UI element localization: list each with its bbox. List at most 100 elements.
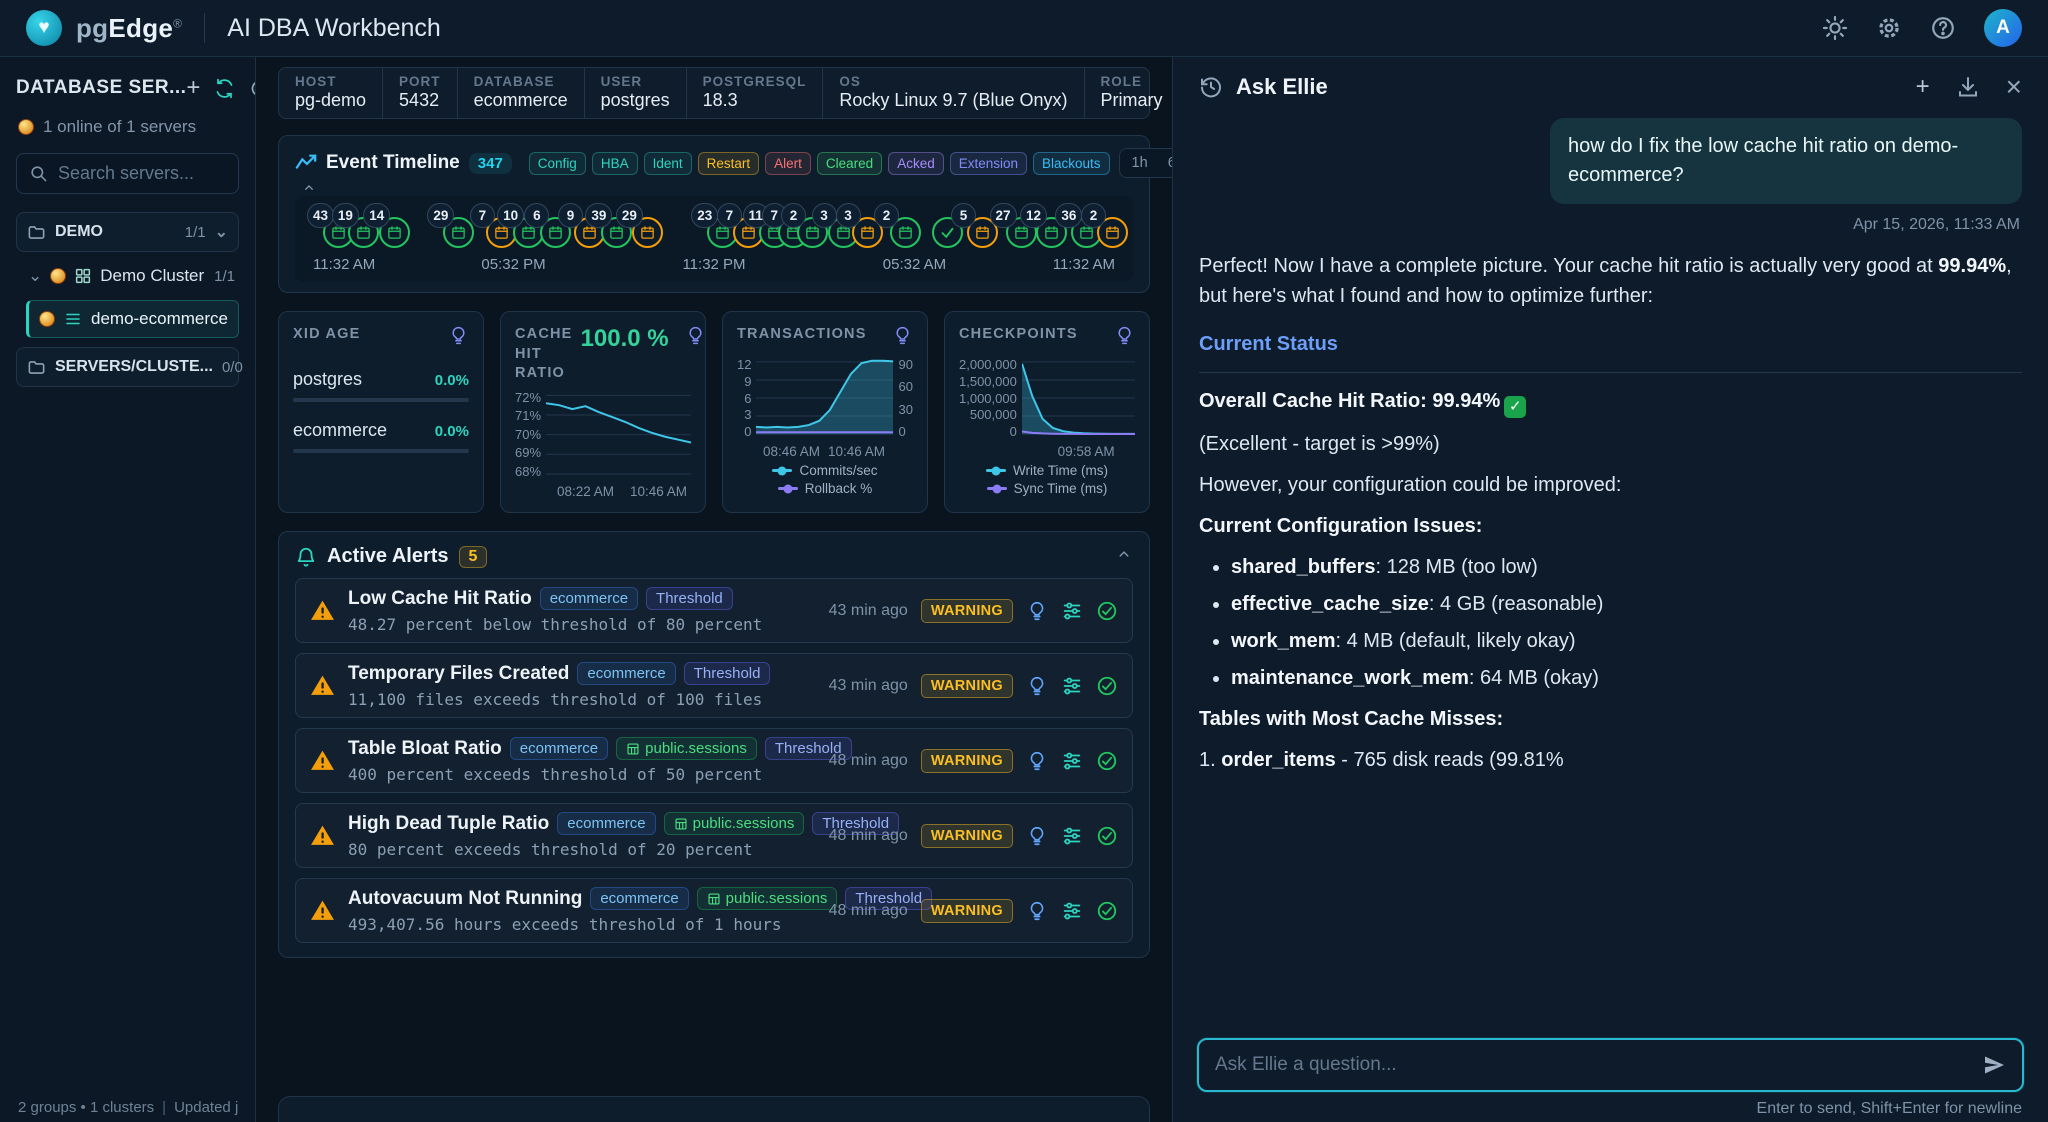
event-filter-chip-ident[interactable]: Ident bbox=[644, 152, 692, 175]
event-filter-chip-alert[interactable]: Alert bbox=[765, 152, 811, 175]
event-count: 5 bbox=[951, 203, 976, 228]
send-icon[interactable] bbox=[1982, 1053, 2006, 1077]
insight-lightbulb-icon[interactable] bbox=[1026, 600, 1048, 622]
sync-icon[interactable] bbox=[214, 78, 235, 99]
y-tick-label: 60 bbox=[899, 379, 913, 394]
sidebar-footer: 2 groups • 1 clusters|Updated just now bbox=[16, 1091, 239, 1116]
alert-tag-db: ecommerce bbox=[590, 887, 688, 910]
event-filter-chip-config[interactable]: Config bbox=[529, 152, 586, 175]
event-filter-chip-hba[interactable]: HBA bbox=[592, 152, 638, 175]
event-filter-chip-restart[interactable]: Restart bbox=[698, 152, 760, 175]
alert-row[interactable]: Table Bloat Ratioecommercepublic.session… bbox=[295, 728, 1133, 793]
warning-triangle-icon bbox=[310, 598, 335, 623]
user-avatar[interactable]: A bbox=[1984, 9, 2022, 47]
xid-db-row: postgres0.0% bbox=[293, 369, 469, 402]
chevron-down-icon[interactable]: ⌄ bbox=[215, 222, 228, 242]
threshold-sliders-icon[interactable] bbox=[1061, 900, 1083, 922]
insight-lightbulb-icon[interactable] bbox=[685, 325, 706, 351]
y-tick-label: 12 bbox=[737, 357, 751, 372]
threshold-sliders-icon[interactable] bbox=[1061, 600, 1083, 622]
alert-title: Autovacuum Not Running bbox=[348, 888, 582, 910]
insight-lightbulb-icon[interactable] bbox=[892, 325, 913, 351]
time-range-1h[interactable]: 1h bbox=[1122, 151, 1158, 175]
insight-lightbulb-icon[interactable] bbox=[1026, 825, 1048, 847]
search-input[interactable] bbox=[58, 163, 226, 184]
server-status-text: 1 online of 1 servers bbox=[43, 117, 196, 137]
event-filter-chip-cleared[interactable]: Cleared bbox=[817, 152, 882, 175]
chat-paragraph: Perfect! Now I have a complete picture. … bbox=[1199, 251, 2022, 311]
collapse-caret-icon[interactable] bbox=[301, 180, 1133, 194]
info-field-label: ROLE bbox=[1101, 74, 1163, 89]
alert-row[interactable]: Temporary Files CreatedecommerceThreshol… bbox=[295, 653, 1133, 718]
xid-age-title: XID AGE bbox=[293, 325, 360, 345]
event-count: 2 bbox=[1081, 203, 1106, 228]
y-axis-labels: 72%71%70%69%68% bbox=[515, 390, 541, 479]
acknowledge-check-icon[interactable] bbox=[1096, 600, 1118, 622]
threshold-sliders-icon[interactable] bbox=[1061, 825, 1083, 847]
theme-toggle-sun-icon[interactable] bbox=[1822, 15, 1848, 41]
info-field-user: USERpostgres bbox=[584, 68, 686, 118]
chevron-down-icon[interactable]: ⌄ bbox=[28, 266, 42, 286]
new-chat-icon[interactable]: + bbox=[1916, 77, 1930, 97]
alert-tag-db: ecommerce bbox=[557, 812, 655, 835]
event-filter-chip-blackouts[interactable]: Blackouts bbox=[1033, 152, 1110, 175]
insight-lightbulb-icon[interactable] bbox=[1114, 325, 1135, 351]
timeline-event-badge[interactable]: 14 bbox=[367, 210, 411, 252]
y-tick-label: 68% bbox=[515, 464, 541, 479]
settings-gear-icon[interactable] bbox=[1876, 15, 1902, 41]
y-tick-label: 0 bbox=[959, 424, 1017, 439]
chat-input[interactable] bbox=[1215, 1054, 1972, 1076]
time-range-6h[interactable]: 6h bbox=[1158, 151, 1172, 175]
insight-lightbulb-icon[interactable] bbox=[448, 325, 469, 351]
legend-label: Write Time (ms) bbox=[1013, 463, 1108, 478]
history-icon[interactable] bbox=[1199, 75, 1223, 99]
x-tick-label: 09:58 AM bbox=[1058, 444, 1115, 459]
timeline-event-badge[interactable]: 2 bbox=[1085, 210, 1129, 252]
chat-title: Ask Ellie bbox=[1236, 74, 1328, 100]
close-icon[interactable]: × bbox=[2006, 76, 2022, 98]
tree-group-servers-clusters[interactable]: SERVERS/CLUSTE... 0/0 ⌄ bbox=[16, 347, 239, 387]
legend-item: Commits/sec bbox=[772, 463, 877, 478]
brand-pg: pg bbox=[76, 13, 108, 43]
threshold-sliders-icon[interactable] bbox=[1061, 675, 1083, 697]
alert-description: 11,100 files exceeds threshold of 100 fi… bbox=[348, 690, 816, 709]
acknowledge-check-icon[interactable] bbox=[1096, 825, 1118, 847]
alert-severity-badge: WARNING bbox=[921, 749, 1013, 773]
timeline-event-badge[interactable]: 2 bbox=[878, 210, 922, 252]
xid-age-card: XID AGE postgres0.0%ecommerce0.0% bbox=[278, 311, 484, 513]
timeline-event-badge[interactable]: 29 bbox=[431, 210, 475, 252]
timeline-event-badge[interactable]: 29 bbox=[620, 210, 664, 252]
acknowledge-check-icon[interactable] bbox=[1096, 675, 1118, 697]
y-tick-label: 71% bbox=[515, 408, 541, 423]
acknowledge-check-icon[interactable] bbox=[1096, 750, 1118, 772]
insight-lightbulb-icon[interactable] bbox=[1026, 750, 1048, 772]
add-server-icon[interactable]: + bbox=[186, 78, 200, 98]
message-timestamp: Apr 15, 2026, 11:33 AM bbox=[1853, 216, 2020, 234]
cluster-health-badge-icon bbox=[50, 268, 66, 284]
event-filter-chip-acked[interactable]: Acked bbox=[888, 152, 944, 175]
y-tick-label: 69% bbox=[515, 445, 541, 460]
alert-row[interactable]: Autovacuum Not Runningecommercepublic.se… bbox=[295, 878, 1133, 943]
threshold-sliders-icon[interactable] bbox=[1061, 750, 1083, 772]
event-filter-chip-extension[interactable]: Extension bbox=[950, 152, 1027, 175]
help-icon[interactable] bbox=[1930, 15, 1956, 41]
alert-row[interactable]: High Dead Tuple Ratioecommercepublic.ses… bbox=[295, 803, 1133, 868]
export-download-icon[interactable] bbox=[1956, 75, 1980, 99]
alert-row[interactable]: Low Cache Hit RatioecommerceThreshold48.… bbox=[295, 578, 1133, 643]
tree-cluster-demo[interactable]: ⌄ Demo Cluster 1/1 bbox=[16, 261, 239, 291]
insight-lightbulb-icon[interactable] bbox=[1026, 675, 1048, 697]
x-tick-label: 08:22 AM bbox=[557, 484, 614, 499]
collapse-chevron-up-icon[interactable] bbox=[1115, 545, 1133, 568]
acknowledge-check-icon[interactable] bbox=[1096, 900, 1118, 922]
cache-hit-ratio-card: CACHE HIT RATIO 100.0 % 72%71%70%69%68%0… bbox=[500, 311, 706, 513]
info-field-database: DATABASEecommerce bbox=[457, 68, 584, 118]
tree-server-demo-ecommerce[interactable]: demo-ecommerce bbox=[26, 300, 239, 338]
alert-description: 48.27 percent below threshold of 80 perc… bbox=[348, 615, 816, 634]
event-count: 2 bbox=[874, 203, 899, 228]
alert-rows: Low Cache Hit RatioecommerceThreshold48.… bbox=[295, 578, 1133, 943]
legend-marker bbox=[987, 487, 1007, 490]
tree-group-demo[interactable]: DEMO 1/1 ⌄ bbox=[16, 212, 239, 252]
chat-actions: + × bbox=[1916, 75, 2022, 99]
insight-lightbulb-icon[interactable] bbox=[1026, 900, 1048, 922]
legend-label: Sync Time (ms) bbox=[1014, 481, 1108, 496]
